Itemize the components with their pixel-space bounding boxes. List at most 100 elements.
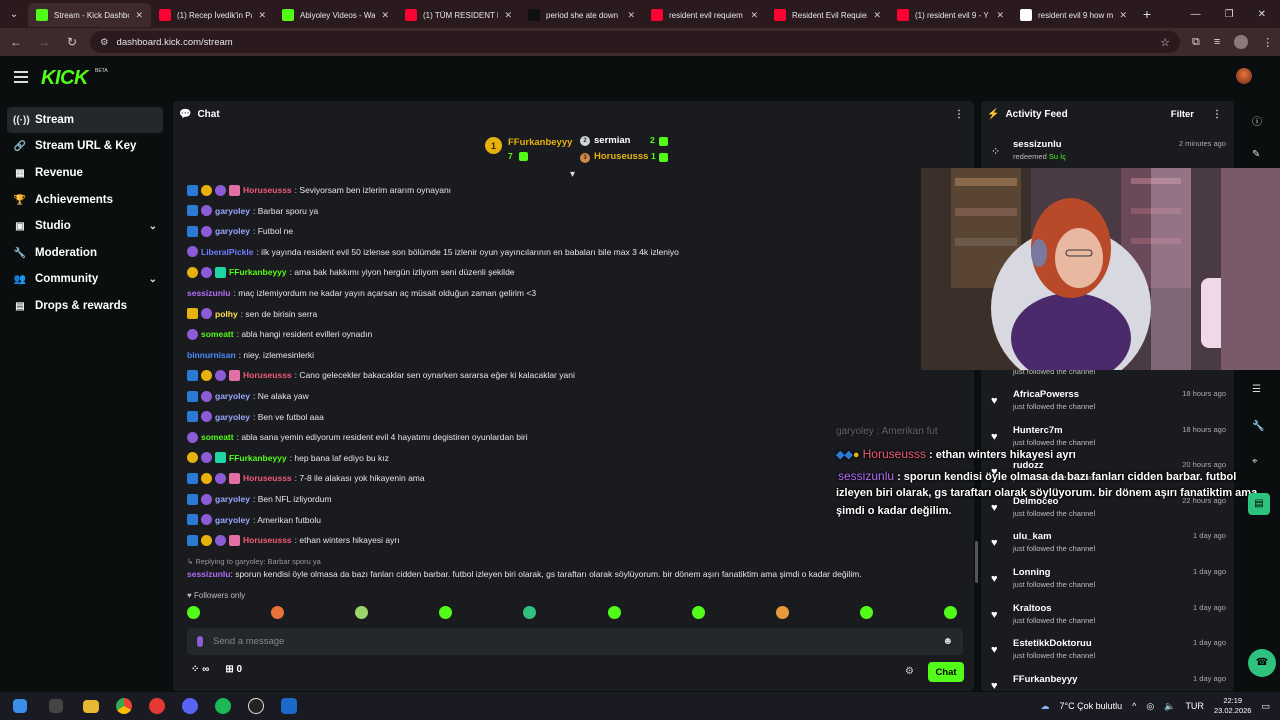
chat-username[interactable]: Horuseusss bbox=[243, 370, 292, 380]
feed-item[interactable]: ⁘ sessizunlu redeemed Su İç 2 minutes ag… bbox=[991, 138, 1226, 168]
message-input[interactable]: Send a message ☻ bbox=[187, 628, 963, 655]
send-chat-button[interactable]: Chat bbox=[928, 662, 964, 682]
back-icon[interactable]: ← bbox=[4, 30, 28, 54]
obs-icon[interactable] bbox=[248, 698, 264, 714]
chat-username[interactable]: FFurkanbeyyy bbox=[229, 267, 287, 277]
discord-icon[interactable] bbox=[182, 698, 198, 714]
close-tab-icon[interactable]: ✕ bbox=[135, 10, 143, 21]
chat-username[interactable]: binnurnisan bbox=[187, 350, 236, 360]
feed-item[interactable]: ♥ Kraltoos just followed the channel 1 day … bbox=[991, 602, 1226, 632]
close-tab-icon[interactable]: ✕ bbox=[1119, 10, 1127, 21]
task-view-icon[interactable] bbox=[49, 699, 63, 713]
feed-menu-icon[interactable]: ⋮ bbox=[1212, 109, 1222, 120]
close-window-icon[interactable]: ✕ bbox=[1258, 9, 1266, 20]
chat-username[interactable]: FFurkanbeyyy bbox=[229, 453, 287, 463]
forward-icon[interactable]: → bbox=[32, 30, 56, 54]
browser-tab[interactable]: (1) Recep İvedik'in Pa ✕ bbox=[151, 3, 274, 27]
emoji-icon[interactable]: ☻ bbox=[942, 636, 953, 647]
extensions-icon[interactable]: ⧉ bbox=[1192, 36, 1200, 49]
chat-username[interactable]: sessizunlu bbox=[187, 288, 230, 298]
sidebar-item-moderation[interactable]: 🔧 Moderation bbox=[7, 240, 163, 266]
steam-icon[interactable] bbox=[281, 698, 297, 714]
chat-settings-icon[interactable]: ⚙ bbox=[905, 666, 914, 677]
feed-item[interactable]: ♥ FFurkanbeyyy 1 day ago bbox=[991, 673, 1226, 691]
profile-avatar[interactable] bbox=[1234, 35, 1249, 49]
chat-username[interactable]: Horuseusss bbox=[243, 473, 292, 483]
user-avatar[interactable] bbox=[1236, 68, 1252, 84]
url-field[interactable]: ⚙ dashboard.kick.com/stream ☆ bbox=[90, 31, 1180, 53]
chat-username[interactable]: polhy bbox=[215, 309, 238, 319]
emote-icon[interactable] bbox=[439, 606, 453, 619]
reply-username[interactable]: sessizunlu bbox=[187, 569, 230, 579]
feed-item[interactable]: ♥ Delmoceo just followed the channel 22 hou… bbox=[991, 495, 1226, 525]
chat-username[interactable]: garyoley bbox=[215, 206, 250, 216]
chrome-icon[interactable] bbox=[116, 698, 132, 714]
browser-tab[interactable]: Stream - Kick Dashbo ✕ bbox=[28, 3, 151, 27]
sidebar-item-studio[interactable]: ▣ Studio ⌄ bbox=[7, 213, 163, 239]
close-tab-icon[interactable]: ✕ bbox=[750, 10, 758, 21]
chat-username[interactable]: Horuseusss bbox=[243, 185, 292, 195]
feed-item[interactable]: ♥ Lonning just followed the channel 1 day a… bbox=[991, 566, 1226, 596]
close-tab-icon[interactable]: ✕ bbox=[873, 10, 881, 21]
browser-tab[interactable]: (1) TÜM RESIDENT EV ✕ bbox=[397, 3, 520, 27]
chat-username[interactable]: garyoley bbox=[215, 494, 250, 504]
chevron-down-icon[interactable]: ⌄ bbox=[149, 274, 157, 285]
browser-tab[interactable]: (1) resident evil 9 - Y ✕ bbox=[889, 3, 1012, 27]
chat-username[interactable]: garyoley bbox=[215, 515, 250, 525]
chevron-down-icon[interactable]: ⌄ bbox=[149, 221, 157, 232]
tray-chevron-icon[interactable]: ^ bbox=[1132, 701, 1136, 711]
chat-username[interactable]: garyoley bbox=[215, 226, 250, 236]
notifications-icon[interactable]: ▭ bbox=[1261, 701, 1270, 712]
emote-icon[interactable] bbox=[775, 606, 789, 619]
hamburger-menu-icon[interactable] bbox=[14, 71, 28, 83]
lang-label[interactable]: TUR bbox=[1185, 701, 1204, 711]
site-info-icon[interactable]: ⚙ bbox=[100, 37, 109, 48]
browser-tab[interactable]: Resident Evil Requien ✕ bbox=[766, 3, 889, 27]
points-indicator[interactable]: ⁘ ∞ bbox=[191, 664, 209, 675]
reload-icon[interactable]: ↻ bbox=[60, 30, 84, 54]
info-icon[interactable]: ⓘ bbox=[1252, 113, 1262, 128]
network-icon[interactable]: ◎ bbox=[1146, 701, 1154, 712]
gift-counter[interactable]: ⊞ 0 bbox=[225, 664, 242, 675]
microphone-icon[interactable] bbox=[197, 636, 203, 647]
opera-icon[interactable] bbox=[149, 698, 165, 714]
sidebar-item-achievements[interactable]: 🏆 Achievements bbox=[7, 187, 163, 213]
file-explorer-icon[interactable] bbox=[83, 699, 99, 713]
browser-tab[interactable]: resident evil 9 how m ✕ bbox=[1012, 3, 1135, 27]
emote-icon[interactable] bbox=[187, 606, 200, 619]
browser-menu-icon[interactable]: ⋮ bbox=[1262, 36, 1273, 49]
chat-username[interactable]: garyoley bbox=[215, 391, 250, 401]
close-tab-icon[interactable]: ✕ bbox=[627, 10, 635, 21]
wrench-icon[interactable]: 🔧 bbox=[1252, 421, 1264, 432]
moderation-icon[interactable]: ⌖ bbox=[1252, 456, 1258, 467]
close-tab-icon[interactable]: ✕ bbox=[258, 10, 266, 21]
emote-icon[interactable] bbox=[607, 606, 621, 619]
new-tab-button[interactable]: + bbox=[1135, 6, 1159, 22]
emote-icon[interactable] bbox=[691, 606, 705, 619]
close-tab-icon[interactable]: ✕ bbox=[996, 10, 1004, 21]
media-icon[interactable]: ≡ bbox=[1214, 36, 1220, 48]
browser-tab[interactable]: Abiyoley Videos - Wa ✕ bbox=[274, 3, 397, 27]
volume-icon[interactable]: 🔈 bbox=[1164, 701, 1175, 712]
windows-start-icon[interactable] bbox=[13, 699, 27, 713]
feed-item[interactable]: ♥ EstetikkDoktoruu just followed the chann… bbox=[991, 637, 1226, 667]
feed-item[interactable]: ♥ ulu_kam just followed the channel 1 day a… bbox=[991, 530, 1226, 560]
feed-item[interactable]: ♥ AfricaPowerss just followed the channel 1… bbox=[991, 388, 1226, 418]
emote-icon[interactable] bbox=[355, 606, 369, 619]
edit-icon[interactable]: ✎ bbox=[1252, 149, 1260, 160]
emote-icon[interactable] bbox=[271, 606, 285, 619]
chat-popout-icon[interactable]: ▤ bbox=[1248, 493, 1270, 515]
clock[interactable]: 22:19 23.02.2026 bbox=[1214, 696, 1252, 716]
weather-label[interactable]: 7°C Çok bulutlu bbox=[1059, 701, 1122, 711]
kick-logo[interactable]: KICK bbox=[41, 67, 88, 90]
chat-username[interactable]: someatt bbox=[201, 329, 234, 339]
sidebar-item-drops-rewards[interactable]: ▤ Drops & rewards bbox=[7, 293, 163, 319]
close-tab-icon[interactable]: ✕ bbox=[504, 10, 512, 21]
sidebar-item-stream[interactable]: ((·)) Stream bbox=[7, 107, 163, 133]
browser-tab[interactable]: period she ate down ✕ bbox=[520, 3, 643, 27]
sidebar-item-community[interactable]: 👥 Community ⌄ bbox=[7, 266, 163, 292]
chat-username[interactable]: LiberalPickle bbox=[201, 247, 253, 257]
emote-icon[interactable] bbox=[523, 606, 537, 619]
layout-icon[interactable]: ☰ bbox=[1252, 384, 1261, 395]
browser-tab[interactable]: resident evil requiem ✕ bbox=[643, 3, 766, 27]
